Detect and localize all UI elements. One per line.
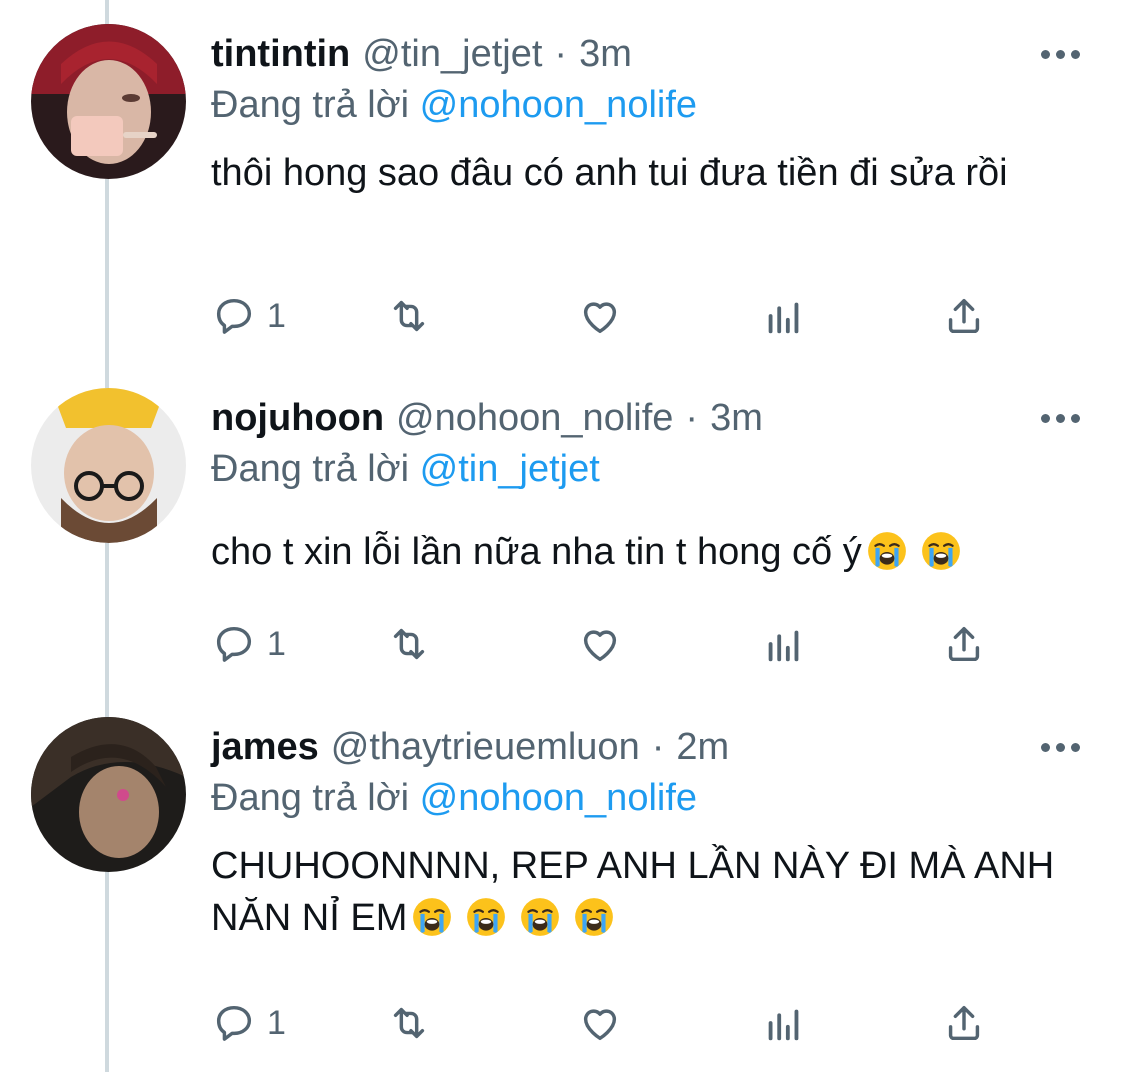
loudly-crying-face-emoji <box>411 896 453 938</box>
tweet-text-content: thôi hong sao đâu có anh tui đưa tiền đi… <box>211 152 1008 194</box>
loudly-crying-face-emoji <box>573 896 615 938</box>
reply-count: 1 <box>267 1003 286 1042</box>
like-button[interactable] <box>577 998 623 1048</box>
replying-mention-link[interactable]: @nohoon_nolife <box>420 777 697 819</box>
separator-dot: · <box>685 397 699 439</box>
tweet-header: nojuhoon @nohoon_nolife · 3m <box>211 388 763 448</box>
like-button[interactable] <box>577 291 623 341</box>
analytics-button[interactable] <box>761 998 807 1048</box>
avatar-image <box>31 717 186 872</box>
share-icon <box>948 1005 980 1041</box>
retweet-icon <box>393 628 425 660</box>
avatar-image <box>31 24 186 179</box>
share-button[interactable] <box>941 291 987 341</box>
username-handle[interactable]: @tin_jetjet <box>362 24 542 84</box>
replying-prefix: Đang trả lời <box>211 448 410 490</box>
replying-to: Đang trả lời @nohoon_nolife <box>211 772 697 824</box>
like-icon <box>583 302 617 334</box>
tweet-text: thôi hong sao đâu có anh tui đưa tiền đi… <box>211 147 1091 199</box>
reply-icon <box>216 626 252 662</box>
like-icon <box>583 630 617 662</box>
analytics-button[interactable] <box>761 291 807 341</box>
separator-dot: · <box>651 726 665 768</box>
reply-button[interactable]: 1 <box>211 291 286 341</box>
avatar[interactable] <box>31 24 186 179</box>
loudly-crying-face-emoji <box>519 896 561 938</box>
tweet-actions: 1 <box>211 619 1011 669</box>
replying-to: Đang trả lời @tin_jetjet <box>211 443 600 495</box>
loudly-crying-face-emoji <box>465 896 507 938</box>
emoji-container <box>862 531 962 573</box>
loudly-crying-face-emoji <box>920 530 962 572</box>
more-icon[interactable] <box>1035 729 1085 765</box>
reply-count: 1 <box>267 296 286 335</box>
share-button[interactable] <box>941 619 987 669</box>
avatar[interactable] <box>31 388 186 543</box>
tweet-actions: 1 <box>211 998 1011 1048</box>
replying-mention-link[interactable]: @nohoon_nolife <box>420 84 697 126</box>
analytics-icon <box>768 1009 799 1041</box>
avatar-image <box>31 388 186 543</box>
tweet-text: CHUHOONNNN, REP ANH LẦN NÀY ĐI MÀ ANH NĂ… <box>211 840 1091 944</box>
display-name[interactable]: tintintin <box>211 24 350 84</box>
timestamp[interactable]: 3m <box>710 388 763 448</box>
analytics-icon <box>768 302 799 334</box>
display-name[interactable]: james <box>211 717 319 777</box>
timestamp[interactable]: 3m <box>579 24 632 84</box>
loudly-crying-face-emoji <box>866 530 908 572</box>
emoji-container <box>407 897 615 939</box>
tweet-text: cho t xin lỗi lần nữa nha tin t hong cố … <box>211 526 1091 578</box>
tweet-header: james @thaytrieuemluon · 2m <box>211 717 729 777</box>
tweet-header: tintintin @tin_jetjet · 3m <box>211 24 632 84</box>
share-icon <box>948 298 980 334</box>
more-icon[interactable] <box>1035 400 1085 436</box>
reply-button[interactable]: 1 <box>211 619 286 669</box>
like-button[interactable] <box>577 619 623 669</box>
replying-prefix: Đang trả lời <box>211 777 410 819</box>
tweet-text-content: CHUHOONNNN, REP ANH LẦN NÀY ĐI MÀ ANH NĂ… <box>211 845 1055 939</box>
more-icon[interactable] <box>1035 36 1085 72</box>
retweet-icon <box>393 300 425 332</box>
retweet-button[interactable] <box>386 619 432 669</box>
like-icon <box>583 1009 617 1041</box>
reply-icon <box>216 298 252 334</box>
separator-dot: · <box>554 33 568 75</box>
display-name[interactable]: nojuhoon <box>211 388 384 448</box>
retweet-button[interactable] <box>386 291 432 341</box>
share-icon <box>948 626 980 662</box>
retweet-button[interactable] <box>386 998 432 1048</box>
replying-prefix: Đang trả lời <box>211 84 410 126</box>
username-handle[interactable]: @thaytrieuemluon <box>331 717 640 777</box>
timestamp[interactable]: 2m <box>676 717 729 777</box>
avatar[interactable] <box>31 717 186 872</box>
replying-mention-link[interactable]: @tin_jetjet <box>420 448 600 490</box>
reply-icon <box>216 1005 252 1041</box>
replying-to: Đang trả lời @nohoon_nolife <box>211 79 697 131</box>
tweet-actions: 1 <box>211 291 1011 341</box>
share-button[interactable] <box>941 998 987 1048</box>
tweet-text-content: cho t xin lỗi lần nữa nha tin t hong cố … <box>211 531 862 573</box>
reply-count: 1 <box>267 624 286 663</box>
username-handle[interactable]: @nohoon_nolife <box>396 388 673 448</box>
analytics-icon <box>768 630 799 662</box>
reply-button[interactable]: 1 <box>211 998 286 1048</box>
retweet-icon <box>393 1007 425 1039</box>
analytics-button[interactable] <box>761 619 807 669</box>
